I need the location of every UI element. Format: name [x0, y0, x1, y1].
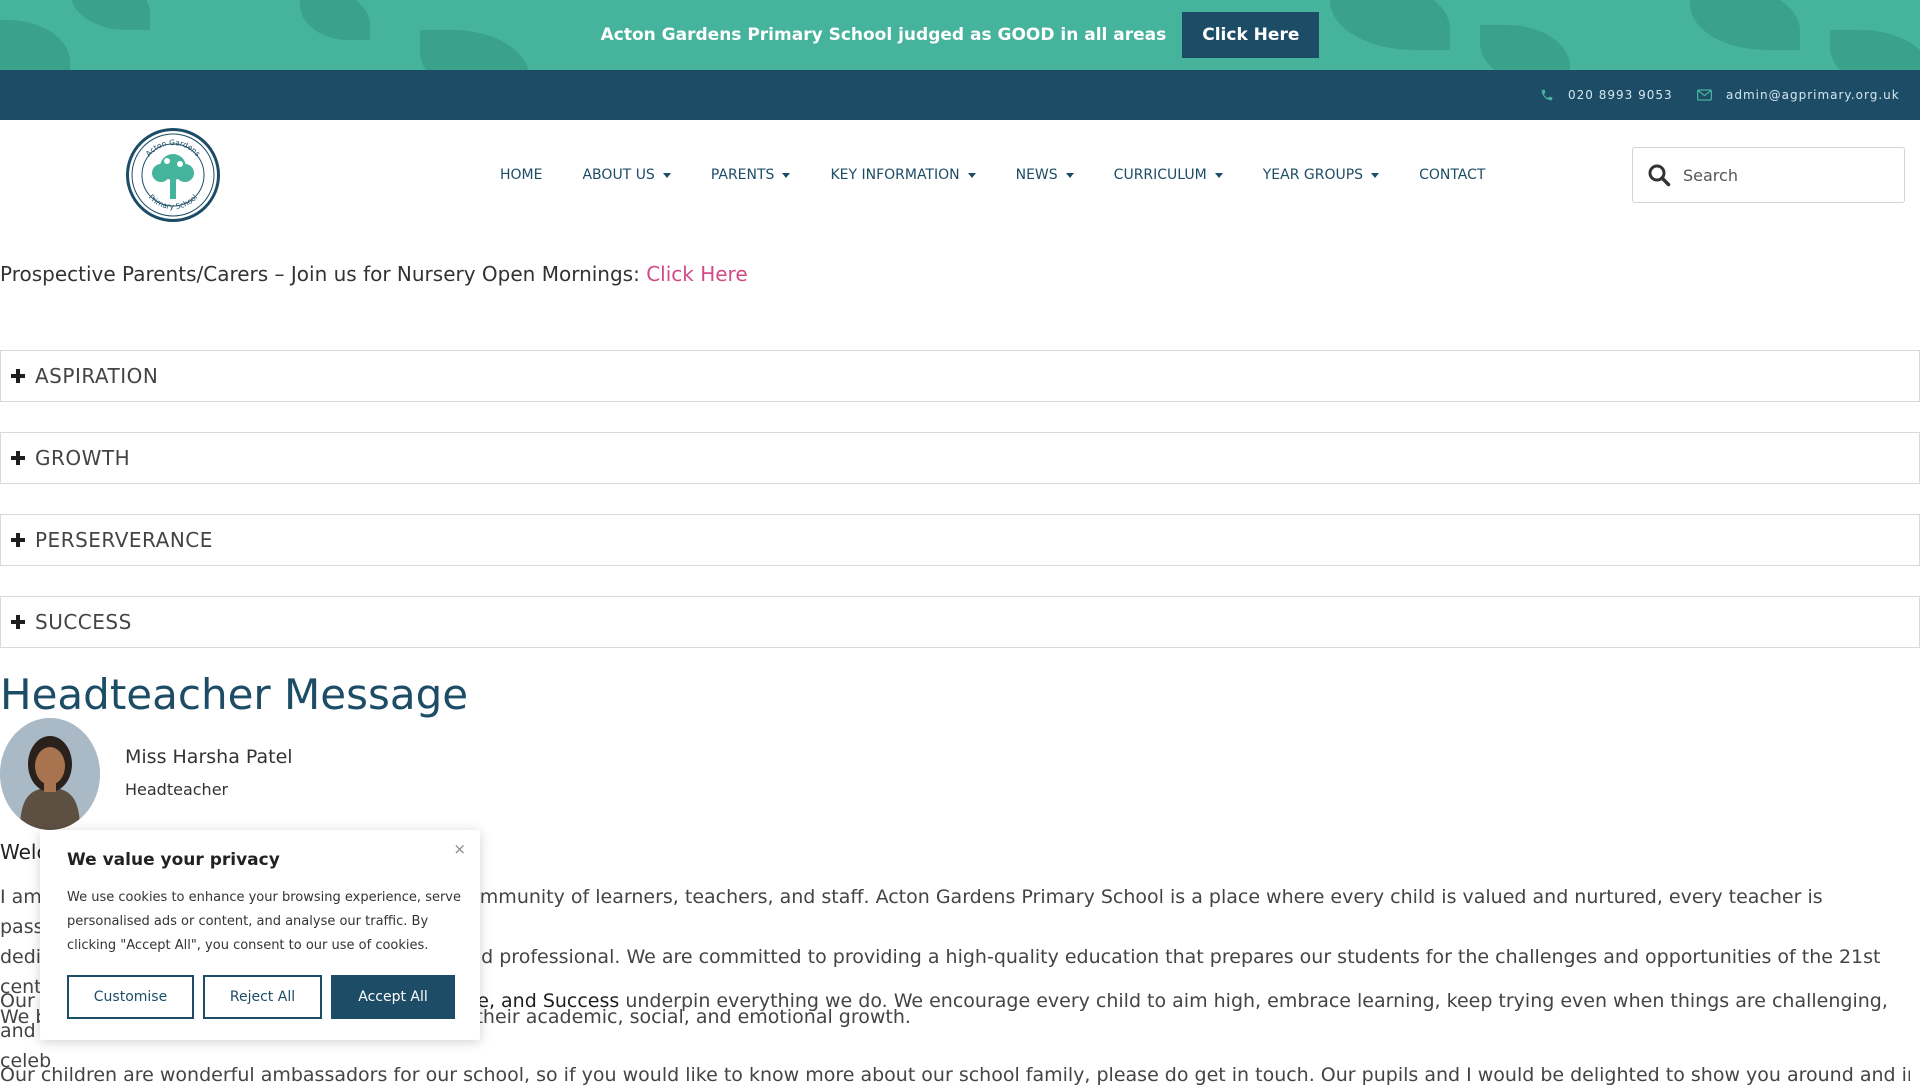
plus-icon — [11, 369, 25, 383]
person-portrait-icon — [0, 718, 100, 830]
envelope-icon — [1697, 89, 1712, 101]
accordion-title: SUCCESS — [35, 610, 132, 634]
cookie-actions: Customise Reject All Accept All — [67, 975, 455, 1019]
headteacher-heading: Headteacher Message — [0, 670, 469, 719]
caret-down-icon — [1214, 172, 1223, 178]
nav-label: YEAR GROUPS — [1262, 167, 1364, 183]
school-logo[interactable]: Acton Gardens Primary School — [126, 128, 220, 222]
nav-contact[interactable]: CONTACT — [1399, 167, 1505, 183]
customise-button[interactable]: Customise — [67, 975, 194, 1019]
promo-link[interactable]: Click Here — [646, 262, 747, 286]
nav-about-us[interactable]: ABOUT US — [562, 167, 690, 183]
cookie-body: We use cookies to enhance your browsing … — [67, 890, 461, 953]
nav-parents[interactable]: PARENTS — [691, 167, 811, 183]
contact-bar: 020 8993 9053 admin@agprimary.org.uk — [0, 70, 1920, 120]
phone-number: 020 8993 9053 — [1568, 88, 1673, 102]
nav-curriculum[interactable]: CURRICULUM — [1094, 167, 1243, 183]
caret-down-icon — [782, 172, 791, 178]
email-link[interactable]: admin@agprimary.org.uk — [1697, 70, 1900, 120]
announcement-button[interactable]: Click Here — [1182, 12, 1320, 58]
nav-label: CONTACT — [1419, 167, 1486, 183]
headteacher-photo — [0, 718, 100, 830]
search-box — [1632, 147, 1905, 203]
caret-down-icon — [1371, 172, 1380, 178]
plus-icon — [11, 533, 25, 547]
accordion-perserverance[interactable]: PERSERVERANCE — [0, 514, 1920, 566]
promo-text: Prospective Parents/Carers – Join us for… — [0, 262, 640, 286]
nav-key-information[interactable]: KEY INFORMATION — [810, 167, 995, 183]
accordion-title: PERSERVERANCE — [35, 528, 213, 552]
plus-icon — [11, 615, 25, 629]
accordion-title: GROWTH — [35, 446, 131, 470]
nav-label: PARENTS — [710, 167, 775, 183]
message-paragraph-3: Our children are wonderful ambassadors f… — [0, 1060, 1910, 1090]
search-input[interactable] — [1681, 164, 1881, 186]
nav-label: CURRICULUM — [1113, 167, 1207, 183]
nav-label: HOME — [500, 167, 543, 183]
caret-down-icon — [1065, 172, 1074, 178]
para-text: dedi — [0, 946, 42, 968]
accordion-aspiration[interactable]: ASPIRATION — [0, 350, 1920, 402]
nav-year-groups[interactable]: YEAR GROUPS — [1243, 167, 1399, 183]
nav-news[interactable]: NEWS — [996, 167, 1094, 183]
para-text: I am — [0, 886, 42, 908]
close-icon[interactable]: × — [453, 840, 466, 858]
reject-all-button[interactable]: Reject All — [203, 975, 322, 1019]
cookie-title: We value your privacy — [67, 850, 280, 870]
accordion-growth[interactable]: GROWTH — [0, 432, 1920, 484]
para-text: Our — [0, 990, 35, 1012]
caret-down-icon — [967, 172, 976, 178]
tree-logo-icon: Acton Gardens Primary School — [131, 133, 215, 217]
main-navigation: HOME ABOUT US PARENTS KEY INFORMATION NE… — [480, 150, 1505, 200]
nav-label: ABOUT US — [582, 167, 655, 183]
phone-link[interactable]: 020 8993 9053 — [1540, 70, 1673, 120]
email-address: admin@agprimary.org.uk — [1726, 88, 1900, 102]
search-icon — [1648, 164, 1671, 187]
caret-down-icon — [662, 172, 671, 178]
headteacher-name: Miss Harsha Patel — [125, 746, 293, 768]
nav-home[interactable]: HOME — [480, 167, 562, 183]
cookie-consent-dialog: × We value your privacy We use cookies t… — [40, 830, 480, 1040]
phone-icon — [1541, 89, 1553, 101]
headteacher-role: Headteacher — [125, 780, 229, 799]
values-highlight: ce, and Success — [466, 990, 620, 1012]
plus-icon — [11, 451, 25, 465]
accordion-title: ASPIRATION — [35, 364, 159, 388]
nav-label: KEY INFORMATION — [830, 167, 960, 183]
accordion-success[interactable]: SUCCESS — [0, 596, 1920, 648]
announcement-text: Acton Gardens Primary School judged as G… — [600, 25, 1167, 45]
nursery-promo: Prospective Parents/Carers – Join us for… — [0, 262, 748, 286]
para-text: Our children are wonderful ambassadors f… — [0, 1064, 1910, 1086]
nav-label: NEWS — [1015, 167, 1058, 183]
accept-all-button[interactable]: Accept All — [331, 975, 455, 1019]
announcement-bar: Acton Gardens Primary School judged as G… — [0, 0, 1920, 70]
